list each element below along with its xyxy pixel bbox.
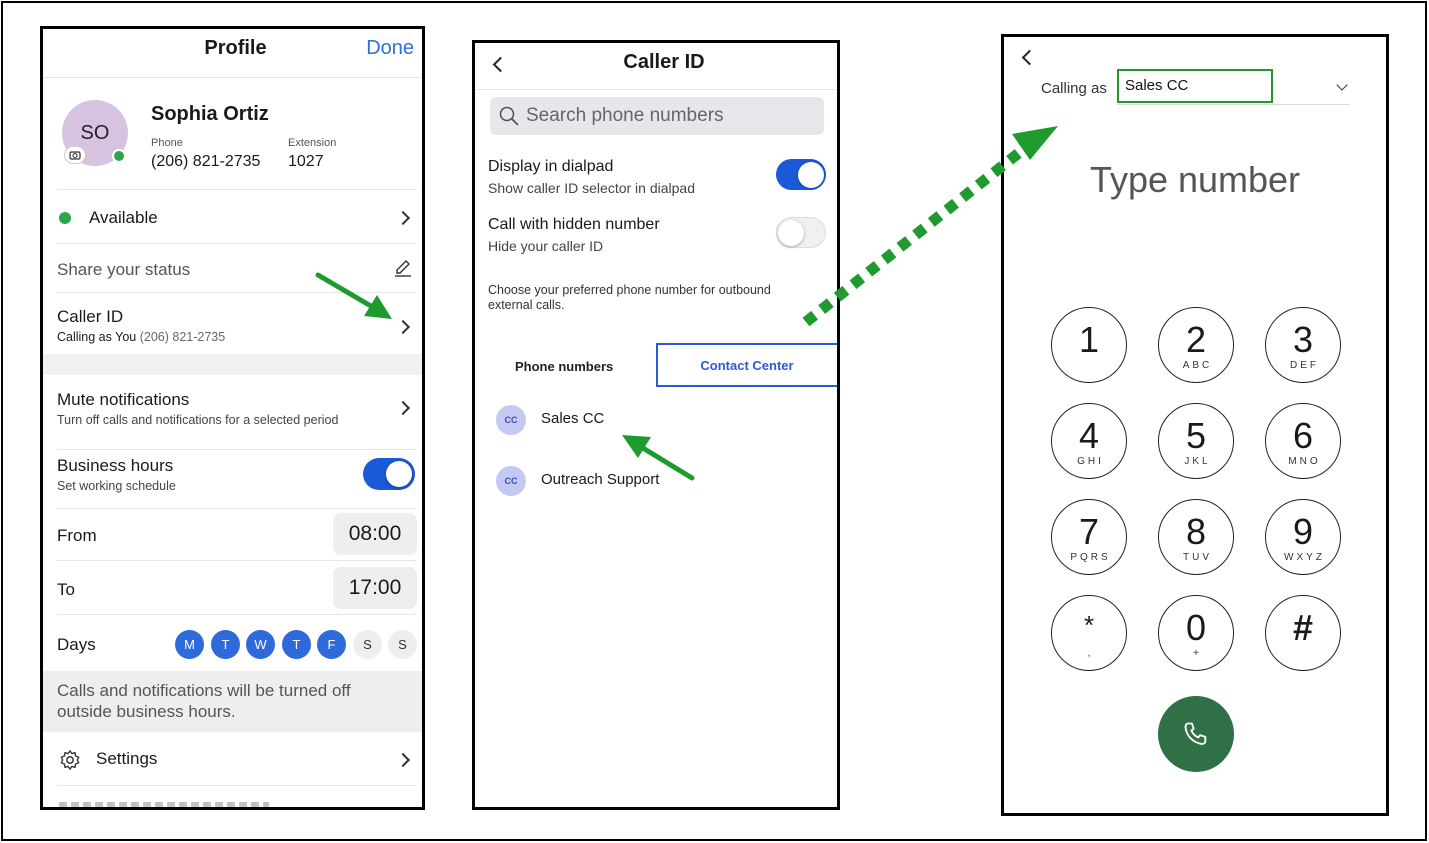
annotation-arrows — [315, 126, 1058, 481]
arrow-to-caller-id — [315, 272, 392, 319]
arrow-to-sales-cc — [622, 435, 695, 481]
dotted-arrow-to-dialer — [802, 126, 1058, 327]
